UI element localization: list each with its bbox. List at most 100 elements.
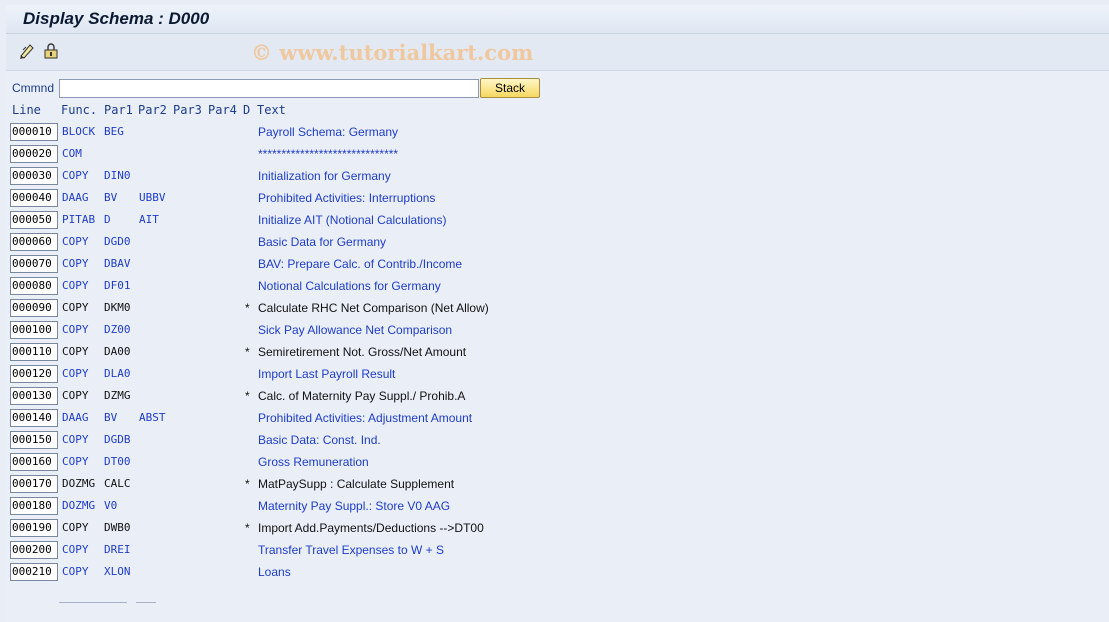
- row-text[interactable]: Prohibited Activities: Interruptions: [258, 190, 435, 206]
- line-number-field[interactable]: 000050: [10, 211, 58, 229]
- row-text[interactable]: Initialization for Germany: [258, 168, 391, 184]
- function-cell[interactable]: COM: [62, 146, 82, 162]
- row-text[interactable]: Basic Data for Germany: [258, 234, 386, 250]
- row-text[interactable]: Import Add.Payments/Deductions -->DT00: [258, 520, 484, 536]
- function-cell[interactable]: COPY: [62, 366, 89, 382]
- table-row: 000060 COPY DGD0 Basic Data for Germany: [6, 231, 606, 253]
- deactivated-marker: *: [245, 477, 250, 491]
- line-number-field[interactable]: 000170: [10, 475, 58, 493]
- table-row: 000130 COPY DZMG * Calc. of Maternity Pay Su…: [6, 385, 606, 407]
- function-cell[interactable]: COPY: [62, 322, 89, 338]
- line-number-field[interactable]: 000060: [10, 233, 58, 251]
- row-text[interactable]: Basic Data: Const. Ind.: [258, 432, 381, 448]
- function-cell[interactable]: PITAB: [62, 212, 95, 228]
- table-row: 000100 COPY DZ00 Sick Pay Allowance Net Com…: [6, 319, 606, 341]
- row-text[interactable]: Transfer Travel Expenses to W + S: [258, 542, 444, 558]
- par1-cell: BEG: [104, 125, 124, 138]
- function-cell[interactable]: DAAG: [62, 190, 89, 206]
- line-number-field[interactable]: 000180: [10, 497, 58, 515]
- command-field[interactable]: [59, 79, 479, 98]
- row-text[interactable]: Loans: [258, 564, 291, 580]
- line-number-field[interactable]: 000150: [10, 431, 58, 449]
- row-text[interactable]: ******************************: [258, 146, 398, 162]
- row-text[interactable]: MatPaySupp : Calculate Supplement: [258, 476, 454, 492]
- deactivated-marker: *: [245, 389, 250, 403]
- par1-cell: DWB0: [104, 521, 131, 534]
- table-row: 000170 DOZMG CALC * MatPaySupp : Calculate S…: [6, 473, 606, 495]
- edit-icon[interactable]: [18, 42, 36, 60]
- function-cell[interactable]: COPY: [62, 300, 89, 316]
- par1-cell: CALC: [104, 477, 131, 490]
- row-text[interactable]: Notional Calculations for Germany: [258, 278, 441, 294]
- table-row: 000150 COPY DGDB Basic Data: Const. Ind.: [6, 429, 606, 451]
- function-cell[interactable]: COPY: [62, 234, 89, 250]
- function-cell[interactable]: COPY: [62, 454, 89, 470]
- line-number-field[interactable]: 000030: [10, 167, 58, 185]
- function-cell[interactable]: COPY: [62, 168, 89, 184]
- table-row: 000190 COPY DWB0 * Import Add.Payments/Deduc…: [6, 517, 606, 539]
- line-number-field[interactable]: 000040: [10, 189, 58, 207]
- line-number-field[interactable]: 000140: [10, 409, 58, 427]
- line-number-field[interactable]: 000070: [10, 255, 58, 273]
- line-number-field[interactable]: 000100: [10, 321, 58, 339]
- par1-cell: DGDB: [104, 433, 131, 446]
- table-row: 000200 COPY DREI Transfer Travel Expenses t…: [6, 539, 606, 561]
- line-number-field[interactable]: 000200: [10, 541, 58, 559]
- function-cell[interactable]: COPY: [62, 432, 89, 448]
- title-bar: Display Schema : D000: [6, 5, 1109, 34]
- line-number-field[interactable]: 000110: [10, 343, 58, 361]
- column-header-func: Func.: [61, 103, 98, 117]
- par1-cell: DREI: [104, 543, 131, 556]
- function-cell[interactable]: COPY: [62, 520, 89, 536]
- line-number-field[interactable]: 000020: [10, 145, 58, 163]
- line-number-field[interactable]: 000130: [10, 387, 58, 405]
- function-cell[interactable]: COPY: [62, 278, 89, 294]
- row-text[interactable]: Calc. of Maternity Pay Suppl./ Prohib.A: [258, 388, 465, 404]
- function-cell[interactable]: COPY: [62, 542, 89, 558]
- par1-cell: DZ00: [104, 323, 131, 336]
- par2-cell: UBBV: [139, 191, 166, 204]
- column-header-par1: Par1: [104, 103, 133, 117]
- row-text[interactable]: Initialize AIT (Notional Calculations): [258, 212, 447, 228]
- row-text[interactable]: Semiretirement Not. Gross/Net Amount: [258, 344, 466, 360]
- footer-divider: [59, 602, 127, 603]
- par1-cell: DIN0: [104, 169, 131, 182]
- column-header-par2: Par2: [138, 103, 167, 117]
- function-cell[interactable]: DAAG: [62, 410, 89, 426]
- par1-cell: DKM0: [104, 301, 131, 314]
- function-cell[interactable]: DOZMG: [62, 498, 95, 514]
- line-number-field[interactable]: 000190: [10, 519, 58, 537]
- stack-button[interactable]: Stack: [480, 78, 540, 98]
- row-text[interactable]: Maternity Pay Suppl.: Store V0 AAG: [258, 498, 450, 514]
- par1-cell: DF01: [104, 279, 131, 292]
- column-header-line: Line: [12, 103, 41, 117]
- line-number-field[interactable]: 000080: [10, 277, 58, 295]
- row-text[interactable]: Gross Remuneration: [258, 454, 369, 470]
- par1-cell: DT00: [104, 455, 131, 468]
- function-cell[interactable]: COPY: [62, 256, 89, 272]
- row-text[interactable]: Payroll Schema: Germany: [258, 124, 398, 140]
- column-header-text: Text: [257, 103, 286, 117]
- line-number-field[interactable]: 000090: [10, 299, 58, 317]
- row-text[interactable]: Sick Pay Allowance Net Comparison: [258, 322, 452, 338]
- line-number-field[interactable]: 000120: [10, 365, 58, 383]
- line-number-field[interactable]: 000010: [10, 123, 58, 141]
- line-number-field[interactable]: 000210: [10, 563, 58, 581]
- function-cell[interactable]: DOZMG: [62, 476, 95, 492]
- function-cell[interactable]: COPY: [62, 564, 89, 580]
- application-toolbar: © www.tutorialkart.com: [6, 34, 1109, 71]
- row-text[interactable]: Prohibited Activities: Adjustment Amount: [258, 410, 472, 426]
- lock-icon[interactable]: [42, 42, 60, 60]
- table-row: 000070 COPY DBAV BAV: Prepare Calc. of Cont…: [6, 253, 606, 275]
- function-cell[interactable]: COPY: [62, 344, 89, 360]
- row-text[interactable]: Calculate RHC Net Comparison (Net Allow): [258, 300, 489, 316]
- row-text[interactable]: BAV: Prepare Calc. of Contrib./Income: [258, 256, 462, 272]
- par1-cell: V0: [104, 499, 118, 512]
- line-number-field[interactable]: 000160: [10, 453, 58, 471]
- function-cell[interactable]: BLOCK: [62, 124, 95, 140]
- function-cell[interactable]: COPY: [62, 388, 89, 404]
- schema-content: Cmmnd Stack Line Func. Par1 Par2 Par3 Pa…: [6, 71, 1109, 622]
- par1-cell: BV: [104, 191, 118, 204]
- row-text[interactable]: Import Last Payroll Result: [258, 366, 395, 382]
- par1-cell: DA00: [104, 345, 131, 358]
